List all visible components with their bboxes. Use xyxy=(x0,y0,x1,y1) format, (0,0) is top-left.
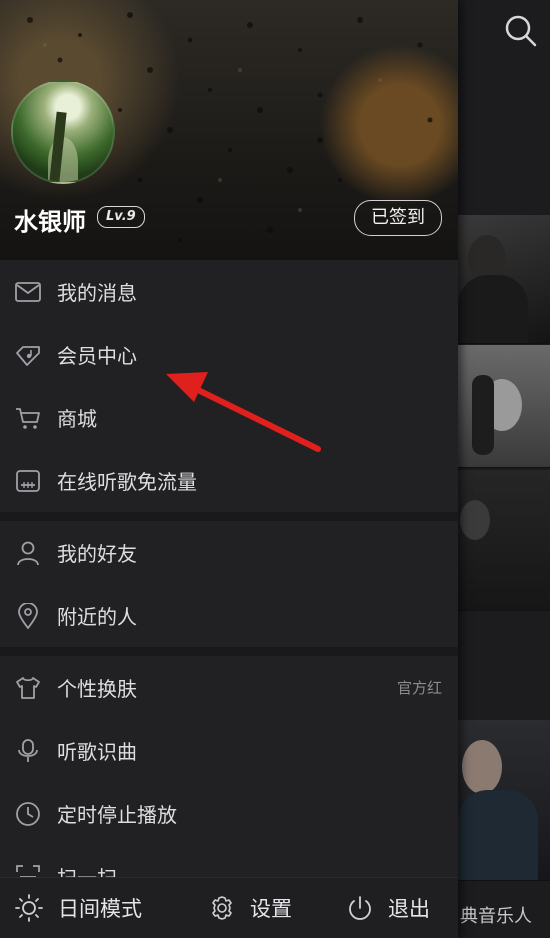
checkin-button[interactable]: 已签到 xyxy=(354,200,442,236)
background-content: 典音乐人 xyxy=(458,0,550,938)
exit-label: 退出 xyxy=(388,897,430,921)
location-pin-icon xyxy=(15,602,41,629)
menu-item-messages[interactable]: 我的消息 xyxy=(0,260,458,323)
menu-item-free-data[interactable]: 在线听歌免流量 xyxy=(0,449,458,512)
diamond-music-icon xyxy=(15,342,41,368)
sim-card-icon xyxy=(15,468,41,494)
right-footer-label: 典音乐人 xyxy=(460,906,532,927)
menu-item-friends[interactable]: 我的好友 xyxy=(0,521,458,584)
divider xyxy=(0,647,458,656)
menu-item-nearby[interactable]: 附近的人 xyxy=(0,584,458,647)
settings-label: 设置 xyxy=(250,897,292,921)
photo-thumbnail[interactable] xyxy=(458,470,550,611)
exit-button[interactable]: 退出 xyxy=(346,878,430,938)
menu-item-label: 个性换肤 xyxy=(57,677,137,701)
tshirt-icon xyxy=(15,675,41,701)
menu-item-label: 附近的人 xyxy=(57,605,137,629)
side-drawer: 水银师 Lv.9 已签到 我的消息 会员中心 商城 在线听歌免流量 我的好友 附… xyxy=(0,0,458,938)
menu-item-label: 定时停止播放 xyxy=(57,803,177,827)
menu-item-label: 我的好友 xyxy=(57,542,137,566)
current-skin-value: 官方红 xyxy=(396,679,442,697)
clock-icon xyxy=(15,801,41,827)
settings-button[interactable]: 设置 xyxy=(208,878,292,938)
menu-item-label: 会员中心 xyxy=(57,344,137,368)
day-mode-label: 日间模式 xyxy=(58,897,142,921)
username[interactable]: 水银师 xyxy=(14,202,86,237)
photo-thumbnail[interactable] xyxy=(458,215,550,344)
person-icon xyxy=(15,540,41,566)
menu-section-2: 我的好友 附近的人 xyxy=(0,521,458,647)
drawer-footer: 日间模式 设置 退出 xyxy=(0,877,458,938)
microphone-icon xyxy=(15,738,41,764)
menu-item-song-recognition[interactable]: 听歌识曲 xyxy=(0,719,458,782)
menu-item-label: 在线听歌免流量 xyxy=(57,470,197,494)
divider xyxy=(0,512,458,521)
profile-header: 水银师 Lv.9 已签到 xyxy=(0,0,458,260)
menu-item-skin[interactable]: 个性换肤 官方红 xyxy=(0,656,458,719)
mail-icon xyxy=(15,279,41,305)
menu-item-label: 我的消息 xyxy=(57,281,137,305)
power-icon xyxy=(349,896,371,920)
level-badge[interactable]: Lv.9 xyxy=(97,206,145,228)
menu-item-vip-center[interactable]: 会员中心 xyxy=(0,323,458,386)
avatar[interactable] xyxy=(11,80,115,184)
cart-icon xyxy=(15,405,41,431)
menu-item-label: 商城 xyxy=(57,407,97,431)
menu-item-sleep-timer[interactable]: 定时停止播放 xyxy=(0,782,458,845)
photo-thumbnail[interactable] xyxy=(458,345,550,468)
sun-icon xyxy=(15,894,43,922)
menu-item-label: 听歌识曲 xyxy=(57,740,137,764)
day-mode-button[interactable]: 日间模式 xyxy=(14,878,142,938)
menu-section-1: 我的消息 会员中心 商城 在线听歌免流量 xyxy=(0,260,458,512)
gear-icon xyxy=(212,896,232,920)
menu-section-3: 个性换肤 官方红 听歌识曲 定时停止播放 扫一扫 xyxy=(0,656,458,908)
menu-item-store[interactable]: 商城 xyxy=(0,386,458,449)
photo-thumbnail[interactable] xyxy=(458,720,550,881)
search-icon[interactable] xyxy=(500,10,540,50)
